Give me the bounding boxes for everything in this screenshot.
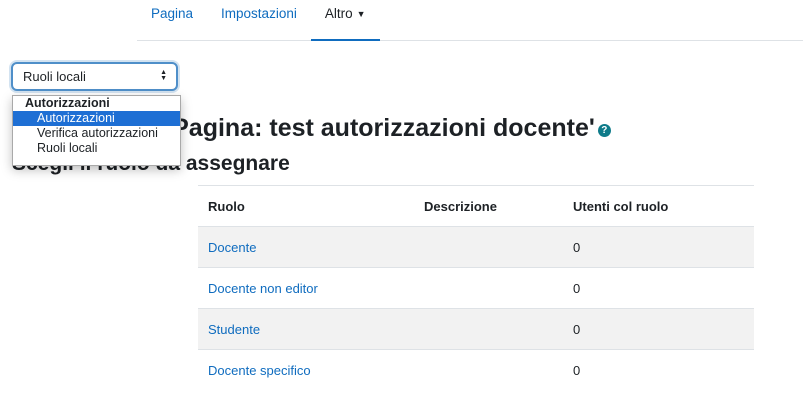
header-utenti: Utenti col ruolo xyxy=(573,198,669,214)
header-descrizione: Descrizione xyxy=(424,198,497,214)
tab-altro[interactable]: Altro ▼ xyxy=(310,0,380,41)
table-row: Docente specifico 0 xyxy=(198,350,754,390)
table-row: Docente 0 xyxy=(198,227,754,268)
option-autorizzazioni[interactable]: Autorizzazioni xyxy=(13,111,180,126)
header-ruolo: Ruolo xyxy=(208,198,245,214)
tab-pagina[interactable]: Pagina xyxy=(137,0,207,40)
users-count: 0 xyxy=(573,321,581,337)
role-link[interactable]: Docente non editor xyxy=(208,281,318,296)
users-count: 0 xyxy=(573,362,581,378)
table-row: Studente 0 xyxy=(198,309,754,350)
table-row: Docente non editor 0 xyxy=(198,268,754,309)
select-value: Ruoli locali xyxy=(23,69,86,84)
select-arrows-icon: ▲ ▼ xyxy=(160,69,167,82)
tab-label: Impostazioni xyxy=(221,6,297,21)
tab-label: Altro xyxy=(324,6,353,21)
report-select[interactable]: Ruoli locali ▲ ▼ xyxy=(11,62,178,91)
question-circle-icon[interactable]: ? xyxy=(597,124,611,137)
roles-table: Ruolo Descrizione Utenti col ruolo Docen… xyxy=(198,185,754,390)
option-group-label: Autorizzazioni xyxy=(25,96,110,110)
role-link[interactable]: Studente xyxy=(208,322,260,337)
tab-impostazioni[interactable]: Impostazioni xyxy=(207,0,311,40)
tab-label: Pagina xyxy=(151,6,194,21)
role-link[interactable]: Docente specifico xyxy=(208,363,311,378)
secondary-navigation: Pagina Impostazioni Altro ▼ xyxy=(137,0,803,41)
role-link[interactable]: Docente xyxy=(208,240,256,255)
option-verifica-autorizzazioni[interactable]: Verifica autorizzazioni xyxy=(13,126,180,141)
users-count: 0 xyxy=(573,239,581,255)
users-count: 0 xyxy=(573,280,581,296)
table-header: Ruolo Descrizione Utenti col ruolo xyxy=(198,186,754,227)
chevron-down-icon: ▼ xyxy=(356,9,366,19)
table-body: Docente 0 Docente non editor 0 Studente … xyxy=(198,227,754,390)
select-dropdown-list: Autorizzazioni Autorizzazioni Verifica a… xyxy=(12,95,181,166)
option-ruoli-locali[interactable]: Ruoli locali xyxy=(13,141,180,156)
